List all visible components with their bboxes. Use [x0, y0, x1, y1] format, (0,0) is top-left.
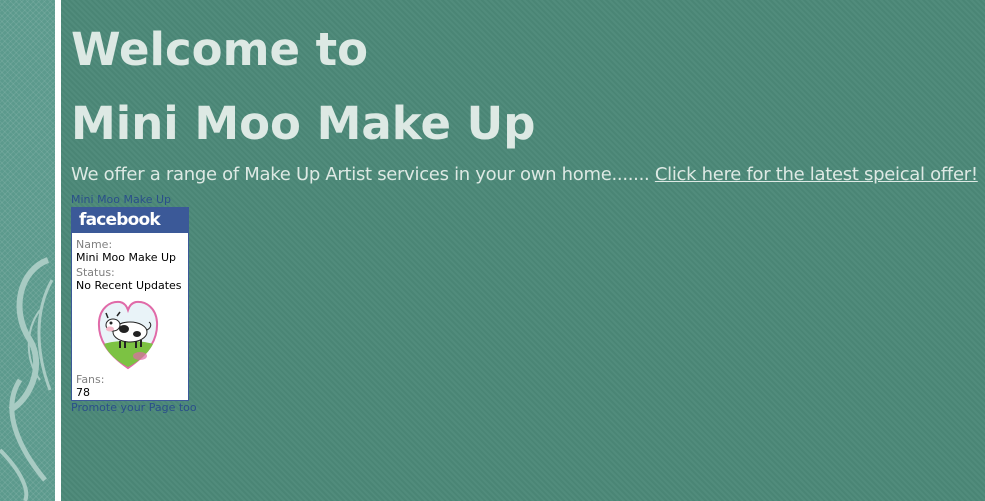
fb-name-label: Name:	[76, 238, 113, 251]
fb-status-label: Status:	[76, 266, 115, 279]
main-content: Welcome to Mini Moo Make Up We offer a r…	[71, 20, 978, 414]
fb-fans-value: 78	[76, 386, 90, 399]
vertical-divider	[55, 0, 61, 501]
facebook-page-link[interactable]: Mini Moo Make Up	[71, 193, 971, 206]
fb-fans-label: Fans:	[76, 373, 105, 386]
promote-page-link[interactable]: Promote your Page too	[71, 401, 971, 414]
facebook-logo: facebook	[72, 208, 188, 233]
swirl-ornament-icon	[0, 257, 54, 501]
cow-heart-profile-image	[97, 300, 159, 370]
intro-text: We offer a range of Make Up Artist servi…	[71, 164, 655, 185]
special-offer-link[interactable]: Click here for the latest speical offer!	[655, 164, 978, 185]
decorative-side-panel	[0, 0, 55, 501]
fb-status-value: No Recent Updates	[76, 279, 182, 292]
facebook-badge-body: Name: Mini Moo Make Up Status: No Recent…	[72, 233, 188, 400]
fb-name-value: Mini Moo Make Up	[76, 251, 177, 264]
facebook-badge[interactable]: facebook Name: Mini Moo Make Up Status: …	[71, 207, 189, 401]
page-title-line-1: Welcome to	[71, 23, 369, 76]
intro-paragraph: We offer a range of Make Up Artist servi…	[71, 162, 978, 188]
page-title-line-2: Mini Moo Make Up	[71, 97, 536, 150]
